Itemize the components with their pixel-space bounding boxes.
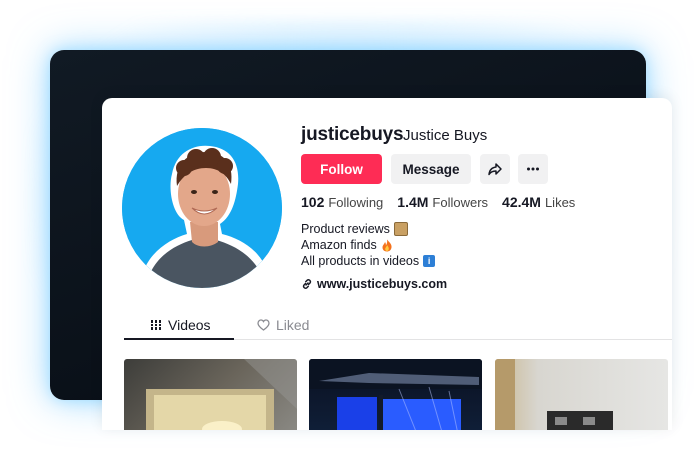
stat-label: Following — [328, 195, 384, 210]
thumbnail-image — [309, 359, 482, 430]
bio-line: Product reviews — [301, 221, 435, 237]
stat-label: Followers — [432, 195, 489, 210]
profile-tabs: Videos Liked — [124, 310, 672, 340]
stat-label: Likes — [544, 195, 576, 210]
liked-heart-icon — [257, 319, 270, 331]
display-name: Justice Buys — [403, 127, 488, 144]
video-thumbnail[interactable] — [124, 359, 297, 430]
bio-line: Amazon finds — [301, 237, 435, 253]
tab-label: Videos — [168, 317, 211, 333]
stat-following[interactable]: 102 Following — [301, 194, 383, 210]
website-url: www.justicebuys.com — [317, 277, 448, 291]
bio: Product reviews Amazon finds All product… — [301, 221, 436, 269]
tab-videos[interactable]: Videos — [150, 310, 211, 340]
more-options-button[interactable] — [518, 154, 548, 184]
stat-value: 1.4M — [397, 194, 429, 210]
bio-text: Product reviews — [301, 222, 390, 236]
thumbnail-image — [495, 359, 613, 430]
bio-text: All products in videos — [301, 254, 420, 268]
link-icon — [302, 279, 312, 289]
stat-value: 42.4M — [502, 194, 541, 210]
info-emoji-icon: i — [423, 255, 436, 267]
tab-label: Liked — [276, 317, 310, 333]
website-link[interactable]: www.justicebuys.com — [301, 277, 447, 291]
bio-text: Amazon finds — [301, 238, 377, 252]
tab-liked[interactable]: Liked — [257, 310, 309, 340]
follow-button[interactable]: Follow — [301, 154, 382, 184]
avatar[interactable] — [122, 128, 282, 288]
stat-followers[interactable]: 1.4M Followers — [397, 194, 488, 210]
video-thumbnail[interactable] — [309, 359, 482, 430]
avatar-photo — [122, 128, 282, 288]
more-icon — [527, 167, 539, 171]
stat-likes: 42.4M Likes — [502, 194, 575, 210]
package-emoji-icon — [393, 222, 408, 236]
username: justicebuys — [301, 124, 404, 145]
thumbnail-image — [146, 359, 297, 430]
stat-value: 102 — [301, 194, 325, 210]
profile-stats: 102 Following 1.4M Followers 42.4M Likes — [301, 194, 575, 210]
message-button[interactable]: Message — [391, 154, 471, 184]
video-thumbnail[interactable] — [495, 359, 668, 430]
grid-icon — [151, 320, 161, 330]
share-button[interactable] — [480, 154, 510, 184]
share-icon — [488, 163, 502, 176]
profile-card: justicebuys Justice Buys Follow Message … — [102, 98, 672, 430]
fire-emoji-icon — [382, 239, 392, 251]
bio-line: All products in videos i — [301, 253, 436, 269]
